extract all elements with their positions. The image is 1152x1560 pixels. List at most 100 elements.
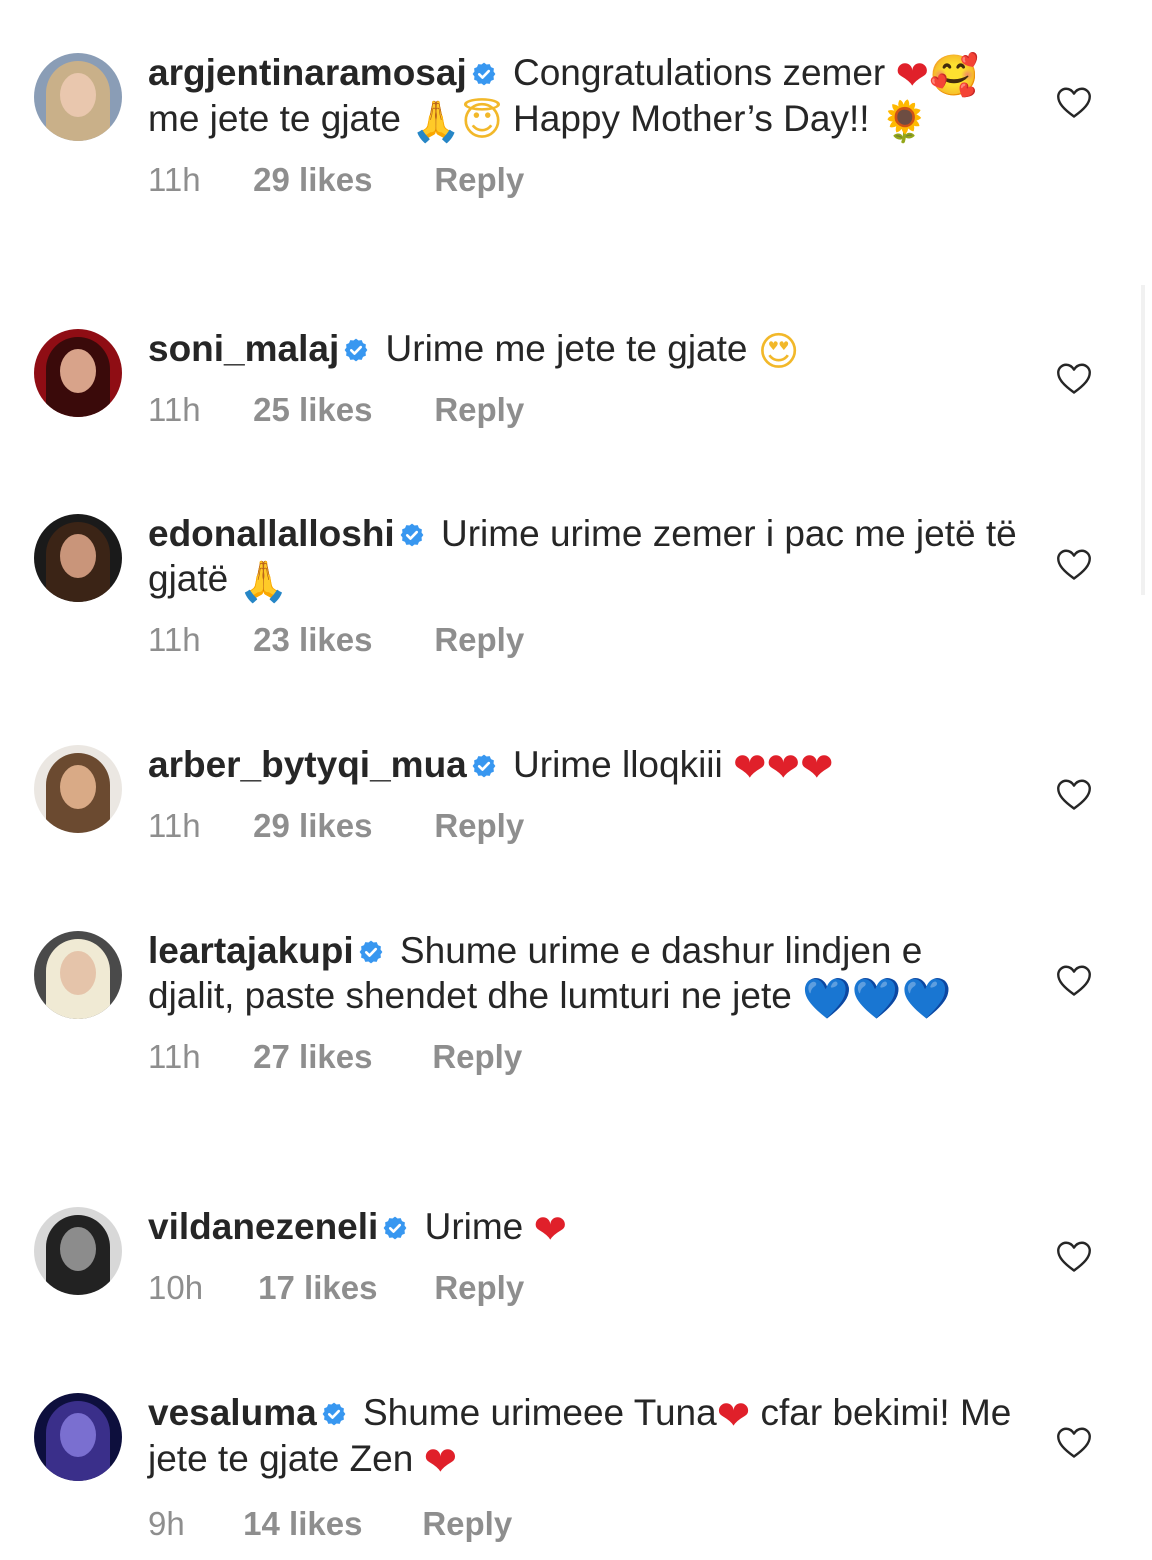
verified-badge-icon (344, 338, 368, 362)
comment-text: Urime ❤ (414, 1206, 568, 1253)
verified-badge-icon (359, 940, 383, 964)
username-link[interactable]: vildanezeneli (148, 1206, 378, 1247)
comment-item: arber_bytyqi_mua Urime lloqkiii ❤❤❤ 11h … (0, 742, 1152, 882)
comment-body: vesaluma Shume urimeee Tuna❤ cfar bekimi… (148, 1390, 1018, 1544)
verified-badge-icon (383, 1216, 407, 1240)
avatar-face (60, 765, 96, 809)
reply-button[interactable]: Reply (434, 160, 524, 200)
emoji-glyph: ❤ (800, 745, 834, 791)
comment-text-block: leartajakupi Shume urime e dashur lindje… (148, 928, 1018, 1019)
comment-text: Urime me jete te gjate 😍 (375, 328, 800, 375)
heart-outline-icon[interactable] (1056, 1426, 1092, 1460)
avatar[interactable] (34, 1207, 122, 1295)
username-link[interactable]: soni_malaj (148, 328, 339, 369)
emoji-glyph: ❤ (895, 53, 930, 99)
comment-meta: 9h 14 likes Reply (148, 1504, 1018, 1544)
emoji-glyph: ❤ (716, 1393, 751, 1439)
comment-body: leartajakupi Shume urime e dashur lindje… (148, 928, 1018, 1077)
heart-outline-icon[interactable] (1056, 1240, 1092, 1274)
username-link[interactable]: edonallalloshi (148, 513, 395, 554)
comment-time[interactable]: 11h (148, 620, 244, 660)
comment-meta: 11h 25 likes Reply (148, 390, 1018, 430)
comment-meta: 11h 29 likes Reply (148, 160, 1018, 200)
avatar[interactable] (34, 329, 122, 417)
heart-outline-icon[interactable] (1056, 362, 1092, 396)
emoji-glyph: ❤ (766, 745, 801, 791)
emoji-glyph: 😇 (461, 99, 503, 145)
comment-body: argjentinaramosaj Congratulations zemer … (148, 50, 1018, 200)
comment-item: vesaluma Shume urimeee Tuna❤ cfar bekimi… (0, 1390, 1152, 1542)
emoji-glyph: ❤ (423, 1439, 458, 1485)
reply-button[interactable]: Reply (434, 1268, 524, 1308)
comment-likes[interactable]: 17 likes (258, 1268, 425, 1308)
username-link[interactable]: vesaluma (148, 1392, 317, 1433)
verified-badge-icon (322, 1402, 346, 1426)
username-link[interactable]: arber_bytyqi_mua (148, 744, 467, 785)
comment-item: leartajakupi Shume urime e dashur lindje… (0, 928, 1152, 1075)
reply-button[interactable]: Reply (422, 1504, 512, 1544)
comment-text-block: arber_bytyqi_mua Urime lloqkiii ❤❤❤ (148, 742, 1018, 788)
heart-outline-icon[interactable] (1056, 778, 1092, 812)
comment-meta: 10h 17 likes Reply (148, 1268, 1018, 1308)
comment-body: edonallalloshi Urime urime zemer i pac m… (148, 511, 1018, 660)
heart-outline-icon[interactable] (1056, 964, 1092, 998)
comment-time[interactable]: 11h (148, 806, 244, 846)
emoji-glyph: 💙 (851, 976, 902, 1022)
avatar-face (60, 73, 96, 117)
emoji-glyph: 🥰 (929, 53, 979, 99)
reply-button[interactable]: Reply (434, 620, 524, 660)
comment-text-block: edonallalloshi Urime urime zemer i pac m… (148, 511, 1018, 602)
reply-button[interactable]: Reply (434, 390, 524, 430)
avatar[interactable] (34, 514, 122, 602)
reply-button[interactable]: Reply (434, 806, 524, 846)
comment-time[interactable]: 11h (148, 160, 244, 200)
emoji-glyph: 💙 (901, 976, 952, 1022)
comment-meta: 11h 23 likes Reply (148, 620, 1018, 660)
avatar-face (60, 349, 96, 393)
avatar-face (60, 1227, 96, 1271)
verified-badge-icon (472, 754, 496, 778)
emoji-glyph: 😍 (757, 329, 800, 375)
comment-likes[interactable]: 29 likes (253, 806, 425, 846)
avatar-face (60, 1413, 96, 1457)
comment-likes[interactable]: 23 likes (253, 620, 425, 660)
comment-meta: 11h 27 likes Reply (148, 1037, 1018, 1077)
comment-text-block: vesaluma Shume urimeee Tuna❤ cfar bekimi… (148, 1390, 1018, 1482)
comment-body: vildanezeneli Urime ❤ 10h 17 likes Reply (148, 1204, 1018, 1308)
emoji-glyph: 🙏 (238, 559, 289, 605)
comment-time[interactable]: 11h (148, 1037, 244, 1077)
avatar[interactable] (34, 1393, 122, 1481)
comment-likes[interactable]: 14 likes (243, 1504, 413, 1544)
avatar[interactable] (34, 53, 122, 141)
heart-outline-icon[interactable] (1056, 548, 1092, 582)
comment-likes[interactable]: 27 likes (253, 1037, 423, 1077)
emoji-glyph: ❤ (733, 745, 767, 791)
username-link[interactable]: leartajakupi (148, 930, 354, 971)
username-link[interactable]: argjentinaramosaj (148, 52, 467, 93)
comment-likes[interactable]: 29 likes (253, 160, 425, 200)
comment-item: edonallalloshi Urime urime zemer i pac m… (0, 511, 1152, 658)
comment-time[interactable]: 10h (148, 1268, 249, 1308)
comment-item: soni_malaj Urime me jete te gjate 😍 11h … (0, 326, 1152, 466)
emoji-glyph: 🙏 (411, 99, 462, 145)
scrollbar[interactable] (1141, 285, 1145, 595)
comment-likes[interactable]: 25 likes (253, 390, 425, 430)
comment-text-block: vildanezeneli Urime ❤ (148, 1204, 1018, 1250)
comment-body: arber_bytyqi_mua Urime lloqkiii ❤❤❤ 11h … (148, 742, 1018, 846)
comment-time[interactable]: 9h (148, 1504, 234, 1544)
comment-item: vildanezeneli Urime ❤ 10h 17 likes Reply (0, 1204, 1152, 1344)
emoji-glyph: 💙 (802, 976, 852, 1022)
avatar[interactable] (34, 931, 122, 1019)
comment-meta: 11h 29 likes Reply (148, 806, 1018, 846)
avatar-face (60, 534, 96, 578)
emoji-glyph: 🌻 (879, 99, 930, 145)
avatar-face (60, 951, 96, 995)
comment-body: soni_malaj Urime me jete te gjate 😍 11h … (148, 326, 1018, 430)
reply-button[interactable]: Reply (432, 1037, 522, 1077)
emoji-glyph: ❤ (533, 1207, 568, 1253)
comment-text-block: soni_malaj Urime me jete te gjate 😍 (148, 326, 1018, 372)
avatar[interactable] (34, 745, 122, 833)
comment-text: Urime lloqkiii ❤❤❤ (502, 744, 834, 791)
comment-time[interactable]: 11h (148, 390, 244, 430)
heart-outline-icon[interactable] (1056, 86, 1092, 120)
